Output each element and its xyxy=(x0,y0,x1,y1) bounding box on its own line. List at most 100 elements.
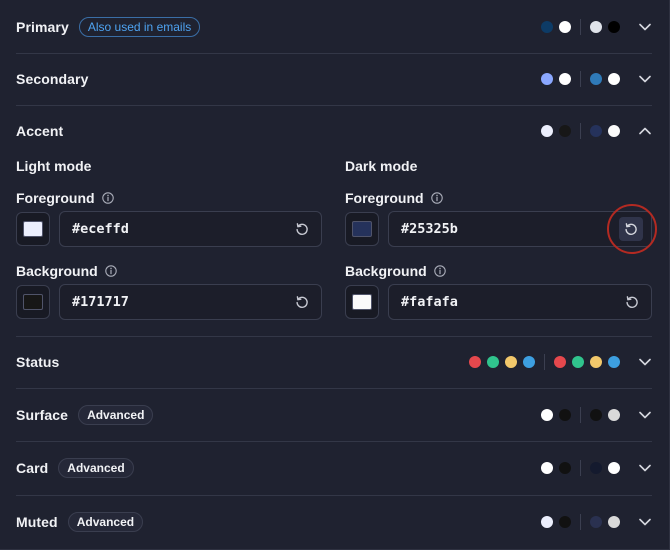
light-foreground-label: Foreground xyxy=(16,190,114,206)
swatch-group xyxy=(535,123,620,139)
info-icon[interactable] xyxy=(101,192,114,204)
color-row-accent[interactable]: Accent xyxy=(16,118,652,144)
color-row-status[interactable]: Status xyxy=(16,349,652,375)
swatch-group xyxy=(535,460,620,476)
swatch xyxy=(559,125,571,137)
color-row-muted[interactable]: Muted Advanced xyxy=(16,509,652,535)
swatch xyxy=(608,21,620,33)
info-icon[interactable] xyxy=(104,265,117,277)
chevron-down-icon[interactable] xyxy=(638,461,652,475)
swatch xyxy=(590,125,602,137)
chevron-down-icon[interactable] xyxy=(638,72,652,86)
chevron-down-icon[interactable] xyxy=(638,20,652,34)
row-title: Primary xyxy=(16,19,69,35)
chevron-down-icon[interactable] xyxy=(638,355,652,369)
swatch xyxy=(541,409,553,421)
color-row-card[interactable]: Card Advanced xyxy=(16,455,652,481)
field-label-text: Background xyxy=(345,263,427,279)
swatch xyxy=(572,356,584,368)
row-title: Surface xyxy=(16,407,69,423)
swatch-divider xyxy=(580,514,581,530)
light-background-hex-input[interactable]: #171717 xyxy=(59,284,322,320)
dark-background-color-picker[interactable] xyxy=(345,285,379,319)
swatch xyxy=(608,516,620,528)
reset-icon[interactable] xyxy=(291,291,313,313)
reset-icon[interactable] xyxy=(619,217,643,241)
swatch xyxy=(559,21,571,33)
swatch-divider xyxy=(580,407,581,423)
divider xyxy=(16,53,652,54)
swatch xyxy=(590,516,602,528)
info-icon[interactable] xyxy=(430,192,443,204)
info-icon[interactable] xyxy=(433,265,446,277)
advanced-badge: Advanced xyxy=(58,458,134,478)
swatch-divider xyxy=(580,19,581,35)
divider xyxy=(16,495,652,496)
swatch xyxy=(541,73,553,85)
color-row-surface[interactable]: Surface Advanced xyxy=(16,402,652,428)
color-preview xyxy=(352,221,372,237)
swatch-divider xyxy=(580,71,581,87)
row-title: Card xyxy=(16,460,49,476)
swatch xyxy=(469,356,481,368)
swatch xyxy=(559,409,571,421)
swatch xyxy=(590,21,602,33)
row-title: Status xyxy=(16,354,60,370)
hex-value: #25325b xyxy=(401,221,458,237)
swatch xyxy=(590,409,602,421)
chevron-up-icon[interactable] xyxy=(638,124,652,138)
color-preview xyxy=(23,221,43,237)
hex-value: #eceffd xyxy=(72,221,129,237)
swatch xyxy=(487,356,499,368)
light-background-color-picker[interactable] xyxy=(16,285,50,319)
swatch-divider xyxy=(580,123,581,139)
dark-background-hex-input[interactable]: #fafafa xyxy=(388,284,652,320)
reset-icon[interactable] xyxy=(291,218,313,240)
light-background-label: Background xyxy=(16,263,117,279)
swatch xyxy=(541,21,553,33)
color-settings-panel: Primary Also used in emails Secondary Ac… xyxy=(0,0,670,550)
swatch xyxy=(505,356,517,368)
swatch-divider xyxy=(544,354,545,370)
light-foreground-color-picker[interactable] xyxy=(16,212,50,246)
dark-foreground-hex-input[interactable]: #25325b xyxy=(388,211,652,247)
hex-value: #171717 xyxy=(72,294,129,310)
swatch xyxy=(554,356,566,368)
color-preview xyxy=(352,294,372,310)
dark-foreground-label: Foreground xyxy=(345,190,443,206)
color-preview xyxy=(23,294,43,310)
swatch xyxy=(523,356,535,368)
reset-icon[interactable] xyxy=(621,291,643,313)
field-label-text: Background xyxy=(16,263,98,279)
color-row-primary[interactable]: Primary Also used in emails xyxy=(16,14,652,40)
swatch-group xyxy=(535,71,620,87)
swatch xyxy=(608,356,620,368)
light-foreground-hex-input[interactable]: #eceffd xyxy=(59,211,322,247)
swatch xyxy=(559,462,571,474)
swatch xyxy=(608,73,620,85)
swatch xyxy=(608,409,620,421)
dark-foreground-color-picker[interactable] xyxy=(345,212,379,246)
swatch-group xyxy=(463,354,620,370)
swatch xyxy=(608,125,620,137)
swatch xyxy=(590,356,602,368)
row-title: Accent xyxy=(16,123,64,139)
swatch-group xyxy=(535,514,620,530)
hex-value: #fafafa xyxy=(401,294,458,310)
field-label-text: Foreground xyxy=(345,190,424,206)
color-row-secondary[interactable]: Secondary xyxy=(16,66,652,92)
chevron-down-icon[interactable] xyxy=(638,515,652,529)
divider xyxy=(16,105,652,106)
dark-mode-heading: Dark mode xyxy=(345,158,418,174)
swatch xyxy=(559,73,571,85)
chevron-down-icon[interactable] xyxy=(638,408,652,422)
swatch xyxy=(541,462,553,474)
swatch-group xyxy=(535,19,620,35)
swatch xyxy=(559,516,571,528)
swatch xyxy=(608,462,620,474)
divider xyxy=(16,336,652,337)
emails-badge: Also used in emails xyxy=(78,17,201,37)
swatch xyxy=(541,125,553,137)
divider xyxy=(16,388,652,389)
field-label-text: Foreground xyxy=(16,190,95,206)
